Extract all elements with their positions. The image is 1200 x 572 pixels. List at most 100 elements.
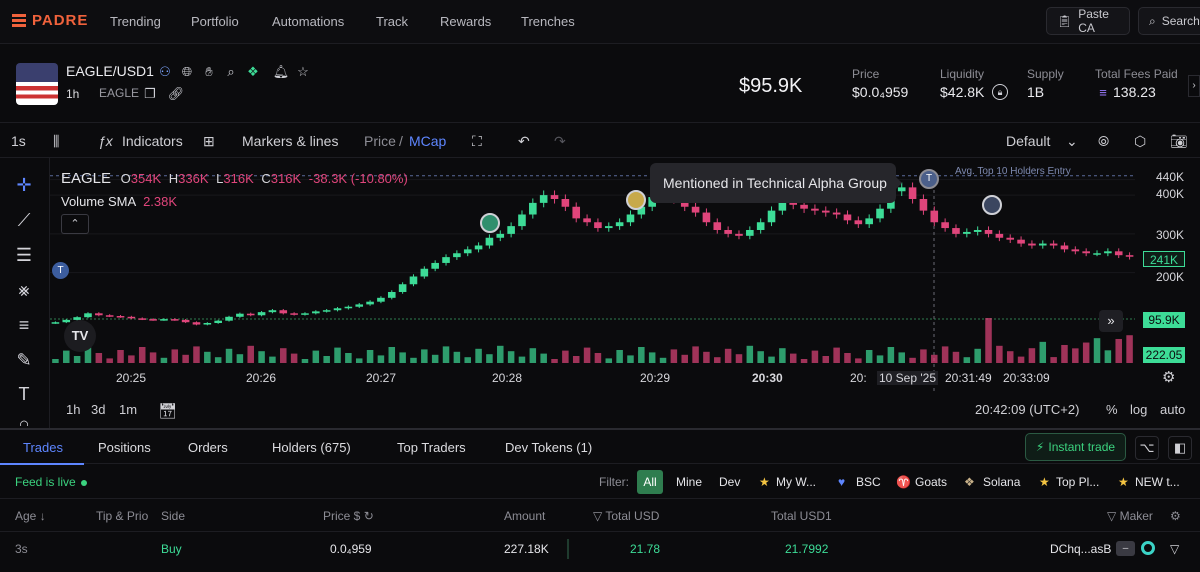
fib-icon[interactable]: ≡ — [12, 313, 36, 337]
search-button[interactable]: ⌕ Search — [1138, 7, 1200, 35]
more-tools-icon[interactable]: ○ — [12, 412, 36, 426]
indicators-icon[interactable]: ƒx — [98, 133, 113, 149]
nav-rewards[interactable]: Rewards — [440, 14, 491, 29]
chart-canvas[interactable] — [50, 158, 1200, 398]
interval-selector[interactable]: 1s — [11, 133, 26, 149]
col-amount[interactable]: Amount — [504, 509, 545, 523]
pattern-icon[interactable]: ⨳ — [12, 278, 36, 302]
axis-settings-icon[interactable]: ⚙︎ — [1162, 368, 1175, 386]
col-total-usd1[interactable]: Total USD1 — [771, 509, 832, 523]
link-icon[interactable]: 🔗︎ — [168, 86, 184, 102]
candle — [616, 222, 624, 226]
filter-top-players[interactable]: Top Pl... — [1056, 475, 1099, 489]
camera-icon[interactable]: 📷︎ — [1170, 133, 1188, 150]
tab-dev-tokens[interactable]: Dev Tokens (1) — [505, 440, 592, 455]
range-1h[interactable]: 1h — [66, 402, 80, 417]
mention-marker[interactable]: T — [919, 169, 939, 189]
settings-icon[interactable]: ⬡ — [1134, 133, 1146, 150]
filter-solana[interactable]: Solana — [983, 475, 1020, 489]
volume-bar — [1050, 357, 1057, 363]
globe-icon[interactable]: 🌐︎ — [179, 64, 195, 80]
chevron-down-icon[interactable]: ⌄ — [1066, 133, 1078, 150]
volume-bar — [996, 346, 1003, 363]
collapse-legend-button[interactable]: ⌃ — [61, 214, 89, 234]
share-icon[interactable]: ⌥ — [1135, 436, 1159, 460]
padre-logo[interactable]: PADRE — [12, 12, 88, 29]
expand-icon[interactable]: › — [1188, 75, 1200, 97]
bell-icon[interactable]: 🔔︎ — [273, 64, 289, 80]
filter-my-wallets[interactable]: My W... — [776, 475, 816, 489]
filter-all[interactable]: All — [637, 470, 663, 494]
filter-bsc[interactable]: BSC — [856, 475, 881, 489]
markers-lines-button[interactable]: Markers & lines — [242, 133, 338, 149]
volume-bar — [106, 358, 113, 363]
log-toggle[interactable]: log — [1130, 402, 1147, 417]
filter-mine[interactable]: Mine — [676, 475, 702, 489]
nav-trenches[interactable]: Trenches — [521, 14, 575, 29]
layout-grid-icon[interactable]: ⊞ — [203, 133, 215, 150]
money-icon: ❖ — [964, 475, 975, 489]
col-tip-prio[interactable]: Tip & Prio — [96, 509, 148, 523]
search-token-icon[interactable]: ⌕ — [223, 64, 239, 80]
mention-marker-left[interactable]: T — [52, 262, 69, 279]
robot-icon[interactable]: ❖ — [245, 64, 261, 80]
date-range-icon[interactable]: 📅︎ — [158, 402, 177, 420]
filter-dev[interactable]: Dev — [719, 475, 740, 489]
col-price[interactable]: Price $ ↻ — [323, 509, 374, 523]
price-toggle[interactable]: Price — [364, 133, 396, 149]
filter-goats[interactable]: Goats — [915, 475, 947, 489]
layout-selector[interactable]: Default — [1006, 133, 1050, 149]
nav-trending[interactable]: Trending — [110, 14, 161, 29]
undo-icon[interactable]: ↶ — [518, 133, 530, 150]
brush-icon[interactable]: ✎ — [12, 348, 36, 372]
crosshair-icon[interactable]: ✛ — [12, 173, 36, 197]
col-maker[interactable]: ▽ Maker — [1107, 509, 1153, 523]
horizontal-lines-icon[interactable]: ☰ — [12, 243, 36, 267]
filter-new[interactable]: NEW t... — [1135, 475, 1180, 489]
community-icon[interactable]: ⚇ — [157, 64, 173, 80]
paste-ca-button[interactable]: 📋︎ Paste CA — [1046, 7, 1130, 35]
fullscreen-icon[interactable]: ⛶ — [472, 133, 482, 150]
col-age-label: Age — [15, 509, 36, 523]
instant-trade-button[interactable]: ⚡︎ Instant trade — [1025, 433, 1126, 461]
trade-maker[interactable]: DChq...asB — [1050, 542, 1111, 556]
tab-top-traders[interactable]: Top Traders — [397, 440, 466, 455]
candle-type-icon[interactable]: ⫼ — [53, 133, 59, 150]
tradingview-logo[interactable]: TV — [64, 320, 96, 352]
indicators-button[interactable]: Indicators — [122, 133, 183, 149]
col-age[interactable]: Age ↓ — [15, 509, 46, 523]
col-total-usd[interactable]: ▽ Total USD — [593, 509, 659, 523]
table-settings-icon[interactable]: ⚙︎ — [1170, 509, 1181, 523]
trendline-icon[interactable]: ⟋ — [12, 208, 36, 232]
price-chart[interactable] — [50, 158, 1200, 398]
nav-automations[interactable]: Automations — [272, 14, 344, 29]
candle — [746, 230, 754, 236]
kol-avatar-marker[interactable] — [626, 190, 646, 210]
filter-maker-icon[interactable]: ▽ — [1170, 542, 1179, 556]
volume-bar — [226, 349, 233, 363]
scroll-right-button[interactable]: » — [1099, 310, 1123, 332]
redo-icon[interactable]: ↷ — [554, 133, 566, 150]
alert-icon[interactable]: ⦾ — [1098, 133, 1109, 150]
kol-avatar-marker[interactable] — [480, 213, 500, 233]
candle — [1050, 244, 1058, 246]
range-1m[interactable]: 1m — [119, 402, 137, 417]
mcap-toggle[interactable]: MCap — [409, 133, 446, 149]
pump-icon[interactable]: ✋︎ — [201, 64, 217, 80]
range-3d[interactable]: 3d — [91, 402, 105, 417]
star-icon[interactable]: ☆ — [295, 64, 311, 80]
auto-toggle[interactable]: auto — [1160, 402, 1185, 417]
nav-track[interactable]: Track — [376, 14, 408, 29]
percent-toggle[interactable]: % — [1106, 402, 1118, 417]
copy-icon[interactable]: ❐ — [142, 86, 158, 102]
nav-portfolio[interactable]: Portfolio — [191, 14, 239, 29]
table-row[interactable]: 3s Buy 0.0₄959 227.18K 21.78 21.7992 DCh… — [0, 533, 1200, 565]
panel-toggle-icon[interactable]: ◧ — [1168, 436, 1192, 460]
text-tool-icon[interactable]: T — [12, 382, 36, 406]
tab-holders[interactable]: Holders (675) — [272, 440, 351, 455]
tab-orders[interactable]: Orders — [188, 440, 228, 455]
tab-trades[interactable]: Trades — [23, 440, 63, 455]
tab-positions[interactable]: Positions — [98, 440, 151, 455]
col-side[interactable]: Side — [161, 509, 185, 523]
kol-avatar-marker[interactable] — [982, 195, 1002, 215]
